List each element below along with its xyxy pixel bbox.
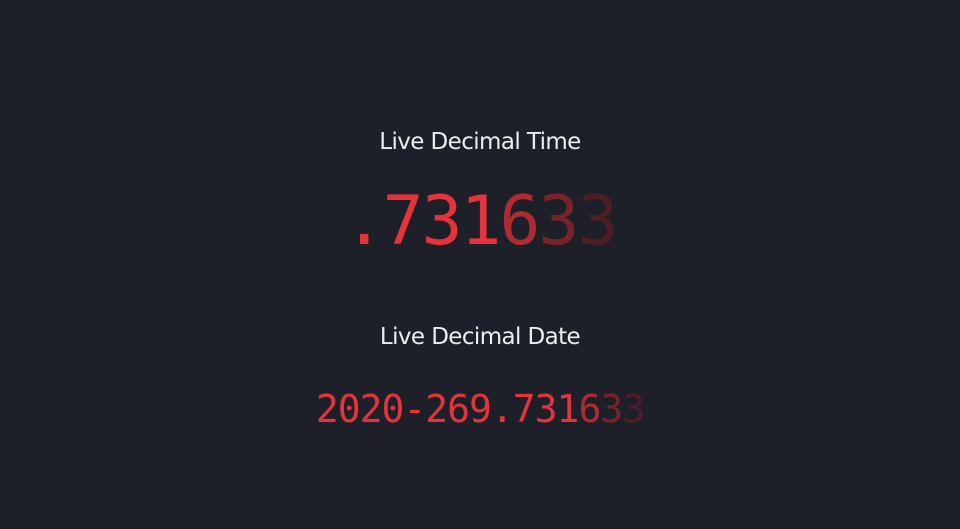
decimal-time-fade-digit: 3 xyxy=(538,182,579,261)
decimal-time-readout: .731633 xyxy=(0,182,960,262)
decimal-date-heading: Live Decimal Date xyxy=(379,324,581,350)
decimal-time-digits: .731 xyxy=(343,182,502,261)
decimal-date-fade-digit: 3 xyxy=(600,387,623,431)
decimal-time-heading: Live Decimal Time xyxy=(379,129,581,155)
decimal-date-fade-digit: 3 xyxy=(622,387,645,431)
decimal-time-fade-digit: 3 xyxy=(577,182,618,261)
decimal-date-readout: 2020-269.731633 xyxy=(0,386,960,432)
decimal-date-digits: 2020-269.731 xyxy=(315,387,580,431)
decimal-time-fade-digit: 6 xyxy=(499,182,540,261)
decimal-date-fade-digit: 6 xyxy=(578,387,601,431)
